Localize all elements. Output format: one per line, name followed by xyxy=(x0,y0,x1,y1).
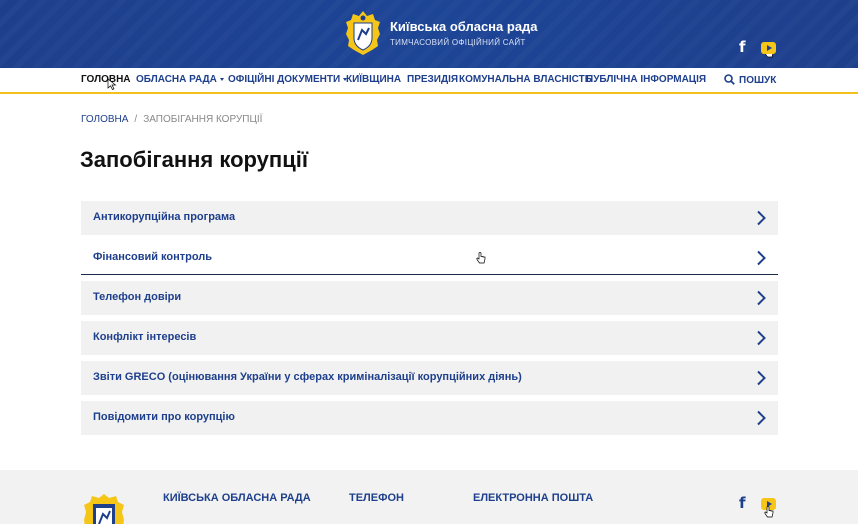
nav-label: ОФІЦІЙНІ ДОКУМЕНТИ xyxy=(228,74,341,85)
nav-label: ПРЕЗИДІЯ xyxy=(407,74,459,85)
footer-email-heading: ЕЛЕКТРОННА ПОШТА xyxy=(473,492,594,504)
coat-of-arms-logo[interactable] xyxy=(82,492,126,524)
list-item[interactable]: Телефон довіри xyxy=(81,281,778,315)
main-navigation: ГОЛОВНА ОБЛАСНА РАДА ОФІЦІЙНІ ДОКУМЕНТИ … xyxy=(0,68,858,94)
nav-label: КИЇВЩИНА xyxy=(346,74,402,85)
chevron-right-icon xyxy=(757,250,766,266)
nav-item-presidium[interactable]: ПРЕЗИДІЯ xyxy=(407,74,458,85)
chevron-right-icon xyxy=(757,370,766,386)
pointer-cursor-icon xyxy=(107,78,117,90)
list-item-label: Повідомити про корупцію xyxy=(93,411,235,423)
list-item-label: Антикорупційна програма xyxy=(93,211,236,223)
search-icon xyxy=(724,74,735,85)
chevron-right-icon xyxy=(757,330,766,346)
chevron-right-icon xyxy=(757,410,766,426)
breadcrumb-separator: / xyxy=(134,114,138,125)
list-item-label: Конфлікт інтересів xyxy=(93,331,197,343)
site-subtitle: ТИМЧАСОВИЙ ОФІЦІЙНИЙ САЙТ xyxy=(390,38,526,47)
facebook-icon[interactable]: f xyxy=(739,494,746,512)
nav-item-public-information[interactable]: ПУБЛІЧНА ІНФОРМАЦІЯ xyxy=(586,74,706,85)
search-label: ПОШУК xyxy=(739,75,777,86)
nav-item-regional-council[interactable]: ОБЛАСНА РАДА xyxy=(136,74,224,85)
nav-label: ПУБЛІЧНА ІНФОРМАЦІЯ xyxy=(586,74,707,85)
nav-item-home[interactable]: ГОЛОВНА xyxy=(81,74,131,85)
nav-item-official-documents[interactable]: ОФІЦІЙНІ ДОКУМЕНТИ xyxy=(228,74,348,85)
nav-label: ГОЛОВНА xyxy=(81,74,131,85)
list-item[interactable]: Антикорупційна програма xyxy=(81,201,778,235)
list-item-label: Фінансовий контроль xyxy=(93,251,213,263)
caret-down-icon xyxy=(219,77,224,81)
list-item-label: Звіти GRECO (оцінювання України у сферах… xyxy=(93,371,522,383)
chevron-right-icon xyxy=(757,210,766,226)
list-item[interactable]: Звіти GRECO (оцінювання України у сферах… xyxy=(81,361,778,395)
page-title: Запобігання корупції xyxy=(80,147,309,172)
list-item[interactable]: Конфлікт інтересів xyxy=(81,321,778,355)
breadcrumb-current: ЗАПОБІГАННЯ КОРУПЦІЇ xyxy=(143,114,263,125)
search-button[interactable]: ПОШУК xyxy=(724,74,776,86)
list-item[interactable]: Фінансовий контроль xyxy=(81,241,778,275)
nav-label: ОБЛАСНА РАДА xyxy=(136,74,217,85)
hand-cursor-icon xyxy=(476,252,486,264)
nav-item-communal-property[interactable]: КОМУНАЛЬНА ВЛАСНІСТЬ xyxy=(459,74,592,85)
list-item-label: Телефон довіри xyxy=(93,291,182,303)
youtube-icon[interactable] xyxy=(761,42,776,54)
breadcrumb: ГОЛОВНА / ЗАПОБІГАННЯ КОРУПЦІЇ xyxy=(81,114,262,125)
site-title[interactable]: Київська обласна рада xyxy=(390,19,538,34)
nav-label: КОМУНАЛЬНА ВЛАСНІСТЬ xyxy=(459,74,592,85)
chevron-right-icon xyxy=(757,290,766,306)
site-header: Київська обласна рада ТИМЧАСОВИЙ ОФІЦІЙН… xyxy=(0,0,858,68)
footer-phone-heading: ТЕЛЕФОН xyxy=(349,492,404,504)
footer-council-heading: КИЇВСЬКА ОБЛАСНА РАДА xyxy=(163,492,311,504)
list-item[interactable]: Повідомити про корупцію xyxy=(81,401,778,435)
breadcrumb-home-link[interactable]: ГОЛОВНА xyxy=(81,114,128,125)
anticorruption-links-list: Антикорупційна програма Фінансовий контр… xyxy=(81,201,778,441)
coat-of-arms-logo[interactable] xyxy=(345,10,381,56)
site-footer: КИЇВСЬКА ОБЛАСНА РАДА ТЕЛЕФОН ЕЛЕКТРОННА… xyxy=(0,470,858,524)
nav-item-kyiv-region[interactable]: КИЇВЩИНА xyxy=(346,74,401,85)
hand-cursor-icon xyxy=(764,506,774,518)
facebook-icon[interactable]: f xyxy=(739,38,751,56)
